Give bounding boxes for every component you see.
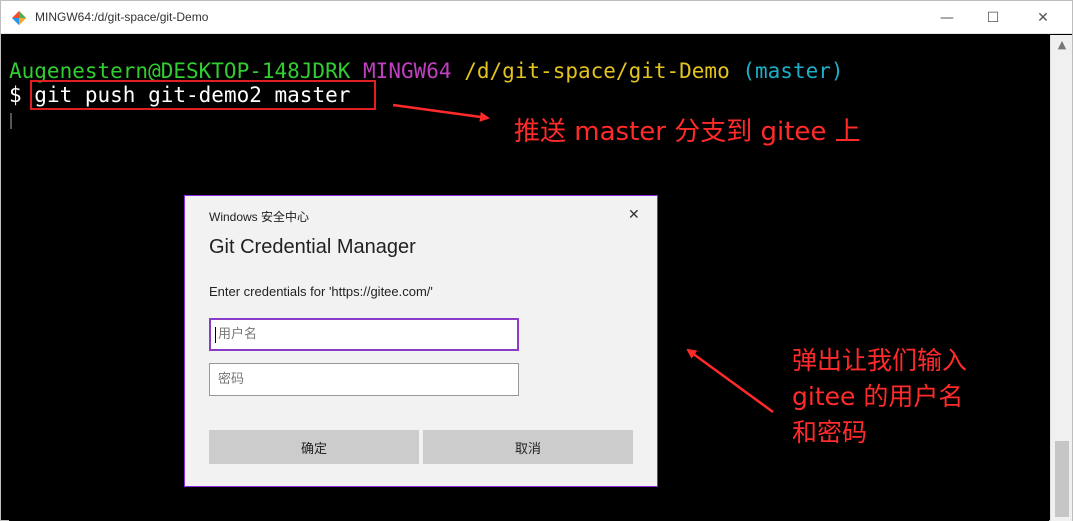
push-annotation: 推送 master 分支到 gitee 上	[514, 117, 861, 147]
git-bash-icon	[12, 11, 26, 25]
scroll-thumb[interactable]	[1055, 441, 1069, 517]
scroll-up-arrow-icon[interactable]: ▲	[1051, 35, 1073, 55]
dialog-annotation: 弹出让我们输入 gitee 的用户名 和密码	[792, 346, 968, 447]
title-bar: MINGW64:/d/git-space/git-Demo — ☐ ✕	[1, 1, 1072, 34]
dialog-title: Git Credential Manager	[209, 236, 416, 258]
prompt-path: /d/git-space/git-Demo	[464, 59, 730, 83]
text-cursor	[10, 113, 12, 129]
username-input[interactable]: 用户名	[209, 318, 519, 351]
window-title: MINGW64:/d/git-space/git-Demo	[35, 10, 209, 24]
vertical-scrollbar[interactable]: ▲	[1050, 35, 1072, 521]
maximize-button[interactable]: ☐	[970, 1, 1016, 34]
dialog-source: Windows 安全中心	[209, 210, 310, 224]
prompt-branch: (master)	[742, 59, 844, 83]
username-placeholder: 用户名	[218, 327, 258, 342]
ok-button[interactable]: 确定	[209, 430, 419, 464]
credential-dialog: Windows 安全中心 ✕ Git Credential Manager En…	[184, 195, 658, 487]
minimize-button[interactable]: —	[924, 1, 970, 34]
dialog-prompt: Enter credentials for 'https://gitee.com…	[209, 284, 433, 299]
password-placeholder: 密码	[218, 372, 245, 387]
password-input[interactable]: 密码	[209, 363, 519, 396]
command-highlight-box	[30, 80, 376, 110]
close-window-button[interactable]: ✕	[1020, 1, 1066, 34]
cancel-button[interactable]: 取消	[423, 430, 633, 464]
prompt-system: MINGW64	[363, 59, 452, 83]
dialog-close-icon[interactable]: ✕	[628, 206, 640, 223]
